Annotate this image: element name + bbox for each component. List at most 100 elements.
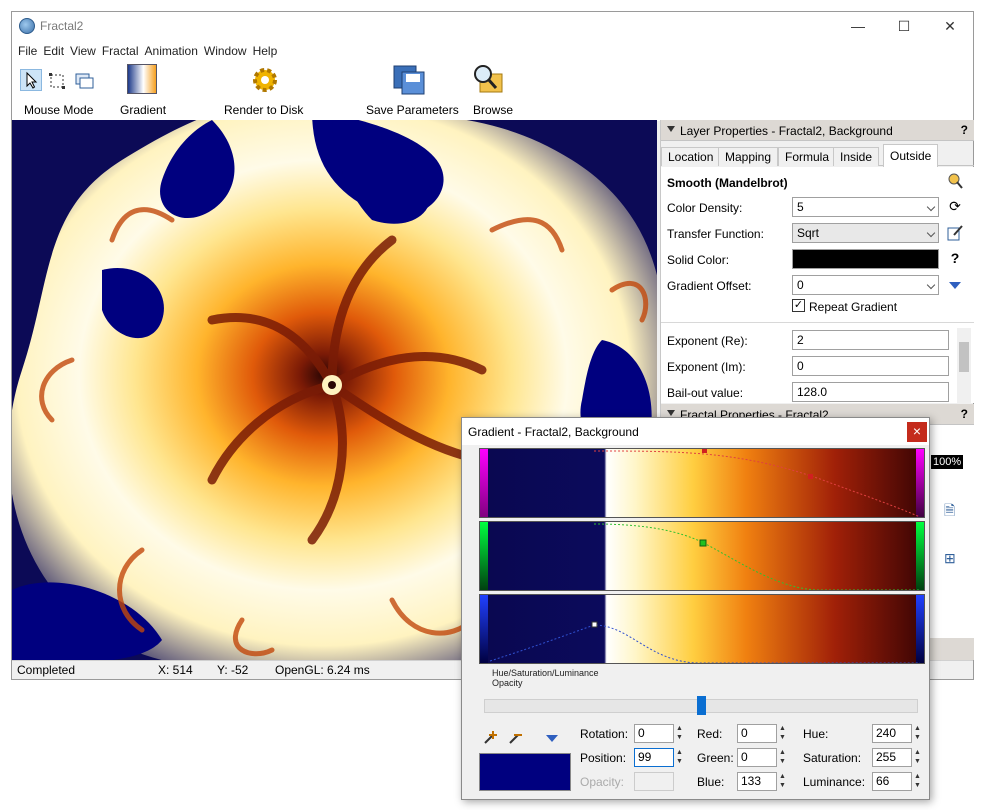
scroll-thumb[interactable]: [959, 342, 969, 372]
maximize-button[interactable]: ☐: [881, 12, 927, 40]
tab-location[interactable]: Location: [661, 147, 721, 166]
menu-fractal[interactable]: Fractal: [99, 44, 142, 58]
triangle-down-icon[interactable]: [946, 278, 964, 296]
rotation-spinner[interactable]: ▲ ▼: [674, 724, 685, 743]
solid-color-swatch[interactable]: [792, 249, 939, 269]
bailout-input[interactable]: 128.0: [792, 382, 949, 402]
title-bar: Fractal2 — ☐ ✕: [12, 12, 973, 40]
menu-edit[interactable]: Edit: [40, 44, 67, 58]
bailout-label: Bail-out value:: [667, 386, 744, 400]
green-spinner[interactable]: ▲ ▼: [777, 748, 788, 767]
options-dropdown-icon[interactable]: [544, 732, 560, 747]
hsl-section-label[interactable]: Hue/Saturation/Luminance: [492, 668, 599, 678]
exponent-re-label: Exponent (Re):: [667, 334, 748, 348]
color-density-label: Color Density:: [667, 201, 743, 215]
blue-input[interactable]: 133: [737, 772, 777, 791]
luminance-curve: [489, 621, 920, 663]
hue-input[interactable]: 240: [872, 724, 912, 743]
gradient-button[interactable]: Gradient: [120, 103, 166, 117]
remove-point-icon[interactable]: [508, 729, 524, 748]
exponent-im-label: Exponent (Im):: [667, 360, 746, 374]
app-icon: [19, 18, 35, 34]
properties-scrollbar[interactable]: [957, 328, 971, 404]
opacity-section-label[interactable]: Opacity: [492, 678, 523, 688]
pointer-icon[interactable]: [20, 69, 42, 91]
green-input[interactable]: 0: [737, 748, 777, 767]
position-label: Position:: [580, 751, 627, 765]
close-button[interactable]: ✕: [927, 12, 973, 40]
help-icon[interactable]: ?: [961, 123, 968, 137]
minimize-button[interactable]: —: [835, 12, 881, 40]
current-color-swatch[interactable]: [479, 753, 571, 791]
tab-outside[interactable]: Outside: [883, 144, 939, 167]
zoom-badge: 100%: [931, 455, 964, 469]
saturation-channel-editor[interactable]: [479, 521, 925, 591]
gradient-dialog: Gradient - Fractal2, Background × Hue/Sa…: [461, 417, 930, 800]
reset-icon[interactable]: ⟳: [946, 198, 964, 216]
luminance-channel-editor[interactable]: [479, 594, 925, 664]
coloring-browse-icon[interactable]: [946, 172, 964, 190]
saturation-input[interactable]: 255: [872, 748, 912, 767]
tab-formula[interactable]: Formula: [778, 147, 837, 166]
render-to-disk-button[interactable]: Render to Disk: [224, 103, 303, 117]
luminance-input[interactable]: 66: [872, 772, 912, 791]
menu-help[interactable]: Help: [250, 44, 281, 58]
edit-icon[interactable]: [946, 224, 964, 242]
close-icon[interactable]: ×: [907, 422, 927, 442]
slider-thumb[interactable]: [696, 696, 706, 715]
select-rect-icon[interactable]: [48, 72, 66, 93]
menu-window[interactable]: Window: [201, 44, 250, 58]
gradient-offset-combo[interactable]: 0: [792, 275, 939, 295]
add-point-icon[interactable]: [483, 729, 499, 748]
collapse-icon[interactable]: [667, 126, 675, 132]
blue-spinner[interactable]: ▲ ▼: [777, 772, 788, 791]
window-icon[interactable]: [74, 72, 94, 93]
gradient-title-bar: Gradient - Fractal2, Background ×: [462, 418, 929, 445]
hue-spinner[interactable]: ▲ ▼: [912, 724, 923, 743]
help-icon[interactable]: ?: [961, 407, 968, 421]
repeat-gradient-label: Repeat Gradient: [809, 300, 898, 314]
transfer-function-combo[interactable]: Sqrt: [792, 223, 939, 243]
exponent-im-input[interactable]: 0: [792, 356, 949, 376]
repeat-gradient-checkbox[interactable]: ✓: [792, 299, 805, 312]
question-icon[interactable]: ?: [946, 250, 964, 268]
tab-mapping[interactable]: Mapping: [718, 147, 779, 166]
gradient-offset-value: 0: [797, 278, 804, 292]
red-input[interactable]: 0: [737, 724, 777, 743]
chevron-down-icon: [926, 202, 936, 212]
gradient-icon[interactable]: [127, 64, 157, 94]
menu-animation[interactable]: Animation: [142, 44, 201, 58]
layer-properties-header[interactable]: Layer Properties - Fractal2, Background …: [661, 120, 974, 141]
hue-channel-editor[interactable]: [479, 448, 925, 518]
saturation-spinner[interactable]: ▲ ▼: [912, 748, 923, 767]
browse-icon[interactable]: [472, 64, 504, 99]
hue-label: Hue:: [803, 727, 829, 741]
add-layer-icon[interactable]: 🗎: [944, 500, 955, 524]
browse-button[interactable]: Browse: [473, 103, 513, 117]
menu-file[interactable]: File: [15, 44, 40, 58]
position-spinner[interactable]: ▲ ▼: [674, 748, 685, 767]
transfer-function-value: Sqrt: [797, 226, 820, 240]
red-spinner[interactable]: ▲ ▼: [777, 724, 788, 743]
tab-inside[interactable]: Inside: [833, 147, 880, 166]
status-y: Y: -52: [217, 663, 249, 677]
exponent-re-input[interactable]: 2: [792, 330, 949, 350]
luminance-spinner[interactable]: ▲ ▼: [912, 772, 923, 791]
save-parameters-button[interactable]: Save Parameters: [366, 103, 459, 117]
save-parameters-icon[interactable]: [392, 64, 426, 99]
rotation-input[interactable]: 0: [634, 724, 674, 743]
saturation-curve: [593, 523, 920, 590]
menu-view[interactable]: View: [67, 44, 99, 58]
gear-icon[interactable]: [249, 64, 281, 99]
layer-properties-title: Layer Properties - Fractal2, Background: [680, 124, 893, 138]
gradient-title: Gradient - Fractal2, Background: [468, 425, 639, 439]
position-input[interactable]: 99: [634, 748, 674, 767]
rotation-label: Rotation:: [580, 727, 629, 741]
add-mask-icon[interactable]: ⊞: [944, 550, 956, 567]
divider: [661, 322, 974, 323]
collapse-icon[interactable]: [667, 410, 675, 416]
color-density-combo[interactable]: 5: [792, 197, 939, 217]
menu-bar: File Edit View Fractal Animation Window …: [12, 40, 973, 61]
hue-curve: [593, 449, 921, 517]
red-label: Red:: [697, 727, 723, 741]
